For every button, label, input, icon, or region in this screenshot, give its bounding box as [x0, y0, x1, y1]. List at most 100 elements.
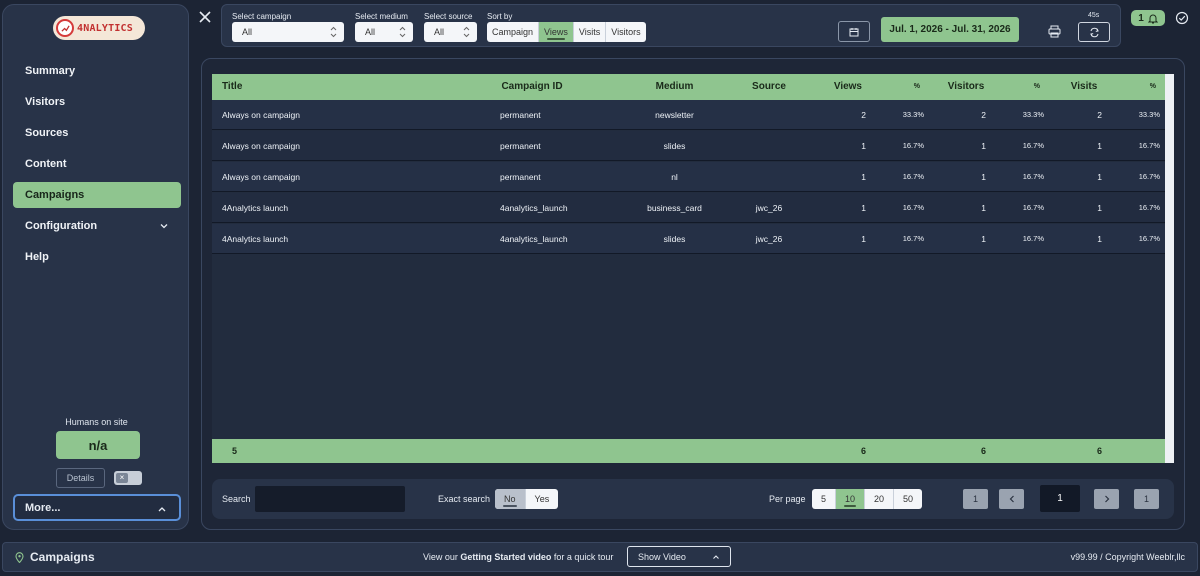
- check-circle-icon[interactable]: [1175, 11, 1189, 25]
- updown-chevron-icon: [330, 26, 337, 38]
- sidebar-item-label: Sources: [25, 127, 69, 139]
- location-pin-icon: [15, 551, 24, 563]
- totals-visits: 6: [1096, 446, 1102, 456]
- updown-chevron-icon: [463, 26, 470, 38]
- chevron-left-icon: [1009, 495, 1014, 503]
- table-cell: newsletter: [655, 110, 694, 120]
- table-cell: slides: [663, 141, 686, 151]
- exact-search-segmented: No Yes: [495, 489, 559, 509]
- notifications-badge[interactable]: 1: [1131, 10, 1165, 26]
- sidebar-item-campaigns[interactable]: Campaigns: [13, 182, 181, 208]
- table-cell: permanent: [500, 172, 541, 182]
- column-header[interactable]: Source: [734, 74, 804, 100]
- details-button[interactable]: Details: [56, 468, 105, 488]
- table-cell: slides: [663, 234, 686, 244]
- current-page-input[interactable]: 1: [1040, 485, 1080, 512]
- search-input[interactable]: [255, 486, 405, 512]
- sidebar-item-help[interactable]: Help: [13, 244, 181, 270]
- source-select[interactable]: All: [424, 22, 477, 42]
- table-controls: Search Exact search No Yes Per page 5 10 20…: [212, 479, 1174, 519]
- sidebar-item-sources[interactable]: Sources: [13, 120, 181, 146]
- sidebar-item-content[interactable]: Content: [13, 151, 181, 177]
- table-cell: 1: [861, 234, 866, 244]
- column-header[interactable]: %: [878, 74, 920, 100]
- column-header[interactable]: Visitors: [936, 74, 996, 100]
- table-footer: 5 6 6 6: [212, 439, 1165, 463]
- column-header[interactable]: Visits: [1052, 74, 1116, 100]
- table-cell: 1: [981, 234, 986, 244]
- exact-search-label: Exact search: [438, 494, 491, 504]
- column-header[interactable]: Title: [222, 74, 322, 100]
- last-page-button[interactable]: 1: [1134, 489, 1159, 509]
- medium-select[interactable]: All: [355, 22, 413, 42]
- more-button[interactable]: More...: [13, 494, 181, 521]
- per-page-segmented: 5 10 20 50: [812, 489, 923, 509]
- footer-page-title: Campaigns: [15, 550, 95, 564]
- column-header[interactable]: Medium: [617, 74, 732, 100]
- show-video-button[interactable]: Show Video: [627, 546, 731, 567]
- sidebar-item-visitors[interactable]: Visitors: [13, 89, 181, 115]
- version-copyright: v99.99 / Copyright Weeblr,llc: [1070, 552, 1185, 562]
- print-icon[interactable]: [1048, 25, 1061, 38]
- exact-option-yes[interactable]: Yes: [526, 489, 559, 509]
- sidebar-item-label: Summary: [25, 65, 76, 77]
- column-header[interactable]: %: [1114, 74, 1156, 100]
- exact-option-no[interactable]: No: [495, 489, 526, 509]
- per-page-option-20[interactable]: 20: [865, 489, 895, 509]
- brand-name: 4NALYTICS: [77, 22, 133, 34]
- table-row[interactable]: 4Analytics launch 4analytics_launch busine…: [212, 193, 1165, 223]
- humans-on-site-label: Humans on site: [65, 417, 128, 427]
- campaigns-table: Title Campaign ID Medium Source Views% Visito…: [212, 74, 1174, 463]
- column-header[interactable]: Campaign ID: [482, 74, 582, 100]
- table-cell: 1: [981, 172, 986, 182]
- sort-by-label: Sort by: [487, 12, 513, 21]
- table-row[interactable]: Always on campaign permanent slides 1 16.7% 1…: [212, 131, 1165, 161]
- table-cell: [734, 131, 804, 161]
- sidebar-item-summary[interactable]: Summary: [13, 58, 181, 84]
- prev-page-button[interactable]: [999, 489, 1024, 509]
- per-page-option-5[interactable]: 5: [812, 489, 837, 509]
- per-page-option-10[interactable]: 10: [836, 489, 866, 509]
- refresh-button[interactable]: [1078, 22, 1110, 42]
- sort-option-campaign[interactable]: Campaign: [487, 22, 540, 42]
- column-header[interactable]: %: [998, 74, 1040, 100]
- table-row[interactable]: Always on campaign permanent nl 1 16.7% 1 16.7…: [212, 162, 1165, 192]
- table-header: Title Campaign ID Medium Source Views% Visito…: [212, 74, 1165, 100]
- campaign-select[interactable]: All: [232, 22, 344, 42]
- calendar-button[interactable]: [838, 21, 870, 42]
- first-page-button[interactable]: 1: [963, 489, 988, 509]
- sidebar-item-label: Configuration: [25, 220, 98, 232]
- table-cell: nl: [671, 172, 678, 182]
- table-cell: 33.3%: [1138, 110, 1160, 119]
- more-label: More...: [25, 501, 61, 514]
- table-cell: 1: [1097, 203, 1102, 213]
- date-range-button[interactable]: Jul. 1, 2026 - Jul. 31, 2026: [881, 17, 1019, 42]
- totals-visitors: 6: [980, 446, 986, 456]
- getting-started-link[interactable]: Getting Started video: [460, 552, 551, 562]
- table-cell: 1: [1097, 141, 1102, 151]
- sidebar-item-configuration[interactable]: Configuration: [13, 213, 181, 239]
- details-toggle[interactable]: ×: [114, 471, 142, 485]
- sort-option-visitors[interactable]: Visitors: [606, 22, 645, 42]
- table-cell: 16.7%: [902, 203, 924, 212]
- tour-prefix: View our: [423, 552, 461, 562]
- bell-icon: [1147, 14, 1158, 23]
- table-cell: 4Analytics launch: [222, 203, 289, 213]
- table-cell: jwc_26: [755, 234, 783, 244]
- column-header[interactable]: Views: [802, 74, 862, 100]
- table-row[interactable]: 4Analytics launch 4analytics_launch slides…: [212, 224, 1165, 254]
- table-cell: 2: [1097, 110, 1102, 120]
- sort-option-views[interactable]: Views: [539, 22, 574, 42]
- table-row[interactable]: Always on campaign permanent newsletter 2 33…: [212, 100, 1165, 130]
- per-page-option-50[interactable]: 50: [894, 489, 922, 509]
- table-cell: 16.7%: [1138, 203, 1160, 212]
- sort-option-visits[interactable]: Visits: [574, 22, 607, 42]
- brand-logo[interactable]: 4NALYTICS: [53, 16, 145, 40]
- table-cell: business_card: [647, 203, 702, 213]
- sidebar-item-label: Campaigns: [25, 189, 85, 201]
- next-page-button[interactable]: [1094, 489, 1119, 509]
- close-icon[interactable]: [197, 9, 213, 25]
- chart-icon: [56, 19, 74, 37]
- table-cell: 16.7%: [1138, 141, 1160, 150]
- table-cell: [734, 100, 804, 130]
